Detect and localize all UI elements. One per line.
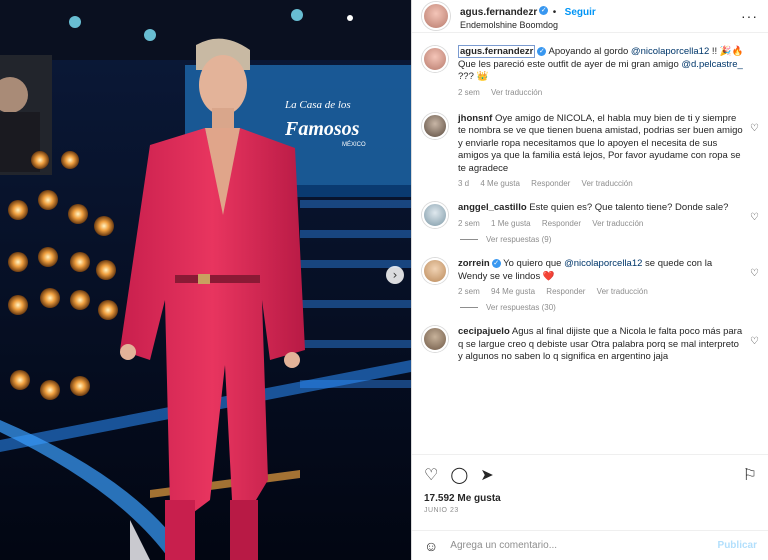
header-username[interactable]: agus.fernandezr [460,7,537,18]
caption-text-1: Apoyando al gordo [548,46,631,57]
comment-time[interactable]: 3 d [458,179,469,188]
caption-username[interactable]: agus.fernandezr [458,45,536,58]
comment-like-icon[interactable]: ♡ [750,268,759,296]
separator-dot: • [552,7,557,18]
show-title-3: MÉXICO [342,141,366,148]
comments-list[interactable]: agus.fernandezr ✓ Apoyando al gordo @nico… [412,40,768,451]
heart-icon[interactable]: ♡ [424,465,438,485]
view-replies-label: Ver respuestas (30) [486,303,556,312]
next-photo-button[interactable]: › [386,266,404,284]
post-actions: ♡ ◯ ➤ ⚐ 17.592 Me gusta JUNIO 23 [412,454,768,514]
header-location[interactable]: Endemolshine Boomdog [460,20,596,30]
show-title-1: La Casa de los [284,99,351,111]
post-header: agus.fernandezr ✓ • Seguir Endemolshine B… [412,0,768,33]
translate-link[interactable]: Ver traducción [597,287,648,296]
post-date[interactable]: JUNIO 23 [412,504,768,514]
comment-like-icon[interactable]: ♡ [750,336,759,364]
instagram-post: La Casa de los Famosos MÉXICO › agus.fer… [0,0,768,560]
comment-meta: 2 sem 94 Me gusta Responder Ver traducci… [458,287,744,296]
caption-meta: 2 sem Ver traducción [458,88,759,97]
reply-button[interactable]: Responder [546,287,585,296]
avatar[interactable] [422,112,448,139]
view-replies-button[interactable]: Ver respuestas (9) [460,235,768,244]
follow-button[interactable]: Seguir [565,7,596,18]
comment-time[interactable]: 2 sem [458,287,480,296]
avatar[interactable] [422,258,448,284]
action-icons: ♡ ◯ ➤ ⚐ [412,455,768,485]
post-photo[interactable]: La Casa de los Famosos MÉXICO › [0,0,411,560]
comment-item: anggel_castillo Este quien es? Que talen… [412,188,768,228]
comment-likes[interactable]: 1 Me gusta [491,219,531,228]
reply-button[interactable]: Responder [531,179,570,188]
comment-text: Este quien es? Que talento tiene? Donde … [529,202,729,213]
verified-icon: ✓ [491,258,501,268]
header-info: agus.fernandezr ✓ • Seguir Endemolshine B… [460,2,596,30]
avatar[interactable] [422,326,448,352]
verified-icon: ✓ [539,6,549,16]
caption-translate-link[interactable]: Ver traducción [491,88,542,97]
caption-text-3: ??? 👑 [458,71,489,82]
verified-icon: ✓ [537,46,547,56]
comment-meta: 3 d 4 Me gusta Responder Ver traducción [458,179,744,188]
more-options-button[interactable]: ··· [741,8,758,24]
photo-scene: La Casa de los Famosos MÉXICO [0,0,411,560]
comment-item: jhonsnf Oye amigo de NICOLA, el habla mu… [412,97,768,189]
translate-link[interactable]: Ver traducción [592,219,643,228]
avatar[interactable] [422,46,448,72]
comment-text: Oye amigo de NICOLA, el habla muy bien d… [458,112,743,174]
caption-mention-2[interactable]: @d.pelcastre_ [681,59,742,70]
caption-mention-1[interactable]: @nicolaporcella12 [631,46,709,57]
comment-input[interactable] [448,539,718,552]
reply-button[interactable]: Responder [542,219,581,228]
likes-count[interactable]: 17.592 Me gusta [412,485,768,504]
comment-username[interactable]: cecipajuelo [458,326,510,337]
comment-icon[interactable]: ◯ [450,465,468,485]
comment-text-1: Yo quiero que [503,258,565,269]
bookmark-icon[interactable]: ⚐ [743,465,757,485]
comment-like-icon[interactable]: ♡ [750,123,759,189]
replies-line [460,239,478,240]
caption-time[interactable]: 2 sem [458,88,480,97]
comment-likes[interactable]: 94 Me gusta [491,287,535,296]
comment-username[interactable]: anggel_castillo [458,202,527,213]
share-icon[interactable]: ➤ [480,465,493,485]
comment-username[interactable]: jhonsnf [458,113,492,124]
translate-link[interactable]: Ver traducción [582,179,633,188]
chevron-right-icon: › [392,268,398,282]
comment-meta: 2 sem 1 Me gusta Responder Ver traducció… [458,219,744,228]
view-replies-button[interactable]: Ver respuestas (30) [460,303,768,312]
avatar[interactable] [422,2,450,30]
replies-line [460,307,478,308]
avatar[interactable] [422,202,448,228]
show-title-2: Famosos [284,118,360,140]
post-comment-button[interactable]: Publicar [718,540,757,551]
emoji-icon[interactable]: ☺ [424,538,438,554]
comment-item: cecipajuelo Agus al final dijiste que a … [412,314,768,364]
view-replies-label: Ver respuestas (9) [486,235,552,244]
caption: agus.fernandezr ✓ Apoyando al gordo @nico… [412,40,768,97]
comment-likes[interactable]: 4 Me gusta [480,179,520,188]
comment-item: zorrein ✓ Yo quiero que @nicolaporcella12… [412,246,768,296]
post-sidebar: agus.fernandezr ✓ • Seguir Endemolshine B… [411,0,768,560]
comment-like-icon[interactable]: ♡ [750,212,759,228]
comment-username[interactable]: zorrein [458,258,490,269]
comment-mention[interactable]: @nicolaporcella12 [564,258,642,269]
add-comment-bar: ☺ Publicar [412,530,768,560]
comment-time[interactable]: 2 sem [458,219,480,228]
